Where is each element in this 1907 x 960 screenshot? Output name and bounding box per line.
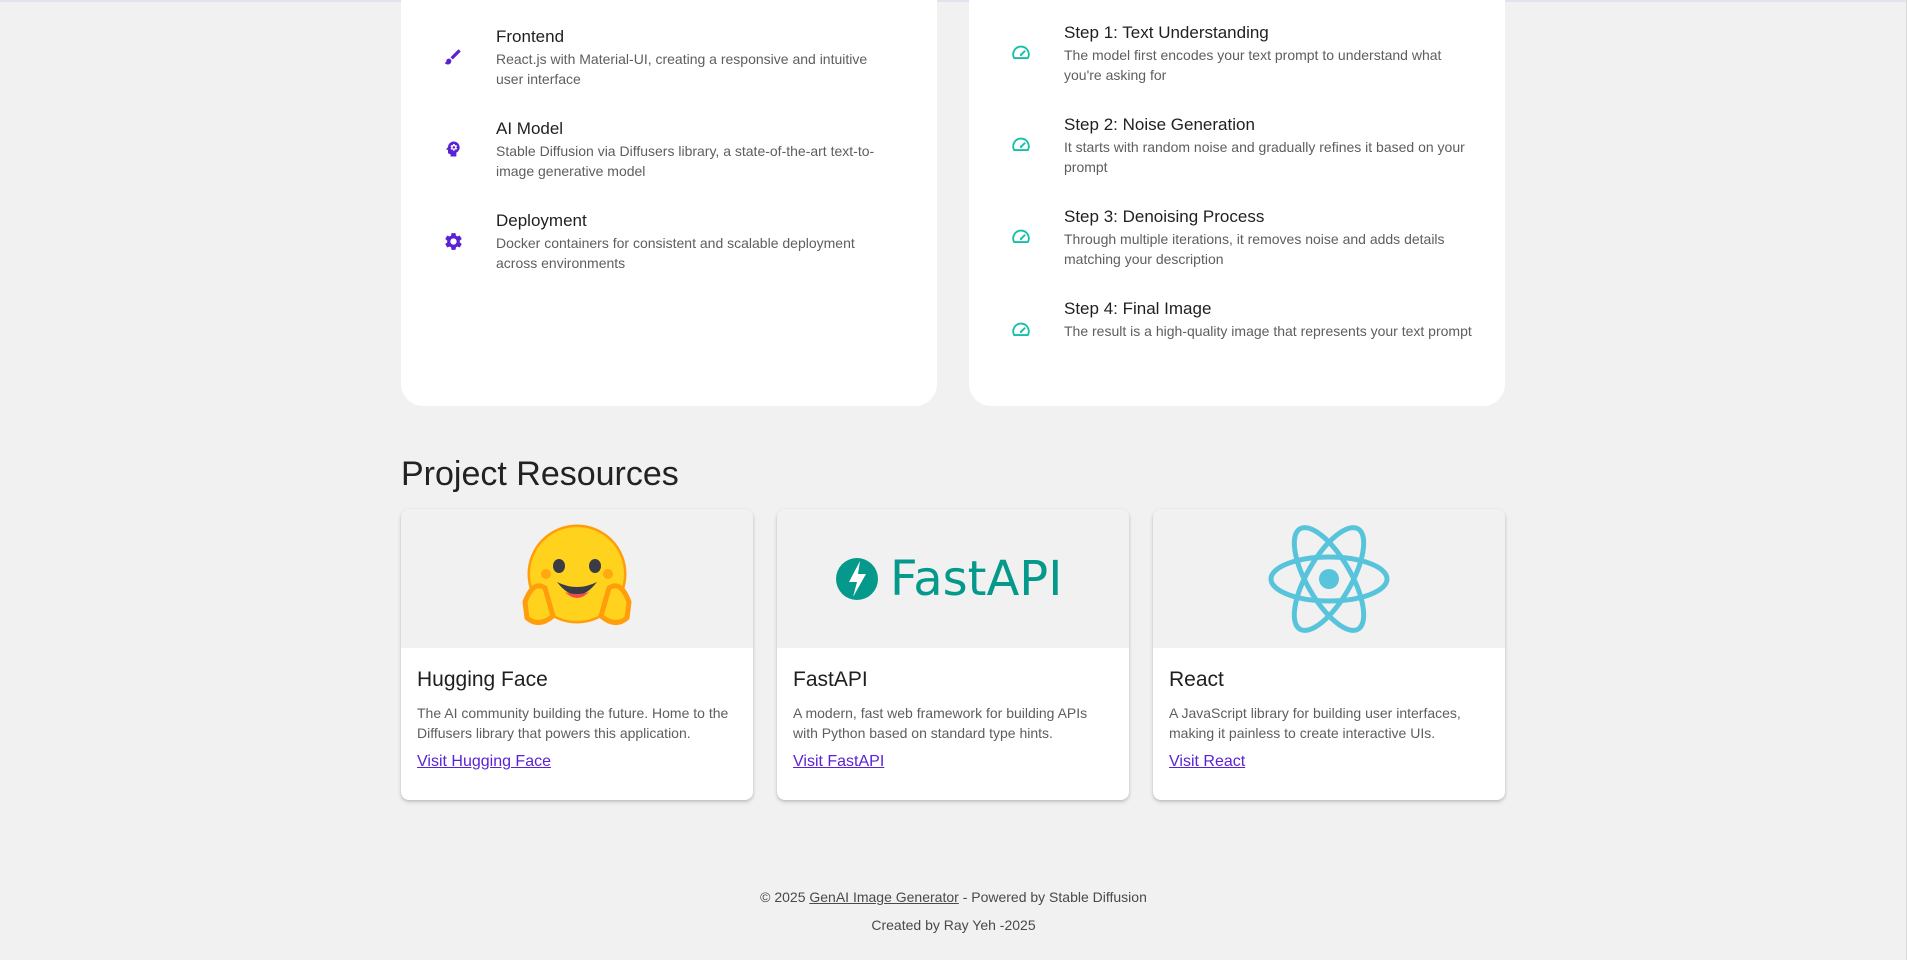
visit-huggingface-link[interactable]: Visit Hugging Face <box>417 752 551 772</box>
footer-credit: Created by Ray Yeh -2025 <box>871 917 1036 933</box>
resource-desc: A modern, fast web framework for buildin… <box>793 705 1088 741</box>
tech-stack-card: Frontend React.js with Material-UI, crea… <box>401 0 937 406</box>
resource-title: Hugging Face <box>417 668 548 691</box>
step-desc: The result is a high-quality image that … <box>1064 323 1472 339</box>
resource-desc: The AI community building the future. Ho… <box>417 705 729 741</box>
speed-icon <box>1009 318 1033 342</box>
copyright-text: © 2025 <box>760 889 806 905</box>
fastapi-logo: FastAPI <box>777 509 1129 648</box>
resource-title: FastAPI <box>793 668 868 691</box>
step-title: Step 3: Denoising Process <box>1064 207 1265 226</box>
resource-desc: A JavaScript library for building user i… <box>1169 705 1461 741</box>
tech-item-desc: Stable Diffusion via Diffusers library, … <box>496 143 875 179</box>
powered-by-text: - Powered by Stable Diffusion <box>962 889 1147 905</box>
step-title: Step 1: Text Understanding <box>1064 23 1269 42</box>
brain-icon <box>441 137 465 161</box>
app-home-link[interactable]: GenAI Image Generator <box>809 889 958 905</box>
step-desc: Through multiple iterations, it removes … <box>1064 231 1445 267</box>
resources-heading: Project Resources <box>401 455 679 493</box>
tech-item-desc: React.js with Material-UI, creating a re… <box>496 51 868 87</box>
speed-icon <box>1009 41 1033 65</box>
tech-item-title: Frontend <box>496 27 565 46</box>
huggingface-logo <box>401 509 753 648</box>
tech-item-title: Deployment <box>496 211 587 230</box>
step-desc: The model first encodes your text prompt… <box>1064 47 1442 83</box>
gear-icon <box>441 229 465 253</box>
step-desc: It starts with random noise and graduall… <box>1064 139 1465 175</box>
resource-title: React <box>1169 668 1224 691</box>
step-title: Step 2: Noise Generation <box>1064 115 1255 134</box>
tech-item-title: AI Model <box>496 119 564 138</box>
resource-card-huggingface: Hugging Face The AI community building t… <box>401 509 753 800</box>
step-title: Step 4: Final Image <box>1064 299 1212 318</box>
visit-react-link[interactable]: Visit React <box>1169 752 1245 772</box>
react-logo <box>1153 509 1505 648</box>
tech-item-desc: Docker containers for consistent and sca… <box>496 235 855 271</box>
top-border <box>0 0 1907 2</box>
resource-card-react: React A JavaScript library for building … <box>1153 509 1505 800</box>
visit-fastapi-link[interactable]: Visit FastAPI <box>793 752 884 772</box>
speed-icon <box>1009 225 1033 249</box>
brush-icon <box>441 45 465 69</box>
resource-card-fastapi: FastAPI FastAPI A modern, fast web frame… <box>777 509 1129 800</box>
fastapi-logo-text: FastAPI <box>890 551 1062 607</box>
footer-copyright: © 2025 GenAI Image Generator - Powered b… <box>0 889 1907 905</box>
speed-icon <box>1009 133 1033 157</box>
how-it-works-card: Step 1: Text Understanding The model fir… <box>969 0 1505 406</box>
